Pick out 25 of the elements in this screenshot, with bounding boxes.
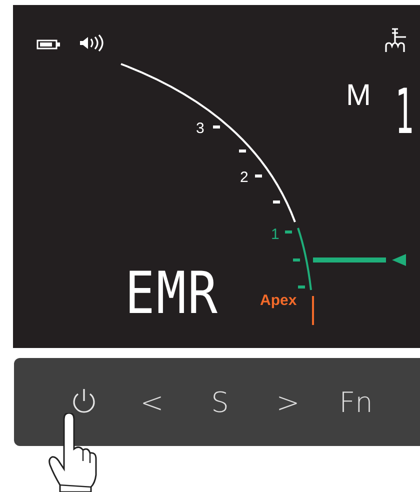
key-button[interactable]: > [254,378,322,426]
mode-digit: 1 [395,81,414,143]
battery-icon [36,40,60,50]
tool-icon [385,28,407,53]
scale-tick [255,174,262,178]
key-button[interactable]: Fn [322,378,390,426]
mode-label: M [346,81,371,111]
scale-number: 2 [240,169,248,186]
scale-tick [298,286,305,288]
pointing-hand-icon [48,413,98,492]
apex-line [312,296,314,325]
scale-number: 1 [271,226,280,243]
scale-tick [273,200,280,204]
scale-tick [285,230,292,234]
scale-tick [213,126,220,128]
function-label: EMR [125,264,220,322]
power-icon [71,388,97,416]
speaker-icon [80,34,104,52]
scale-tick [293,258,300,262]
key-button[interactable]: < [118,378,186,426]
apex-label: Apex [260,292,297,309]
scale-number: 3 [196,120,204,137]
working-zone-arc [297,228,312,290]
scale-tick [239,150,246,152]
key-button[interactable]: S [186,378,254,426]
